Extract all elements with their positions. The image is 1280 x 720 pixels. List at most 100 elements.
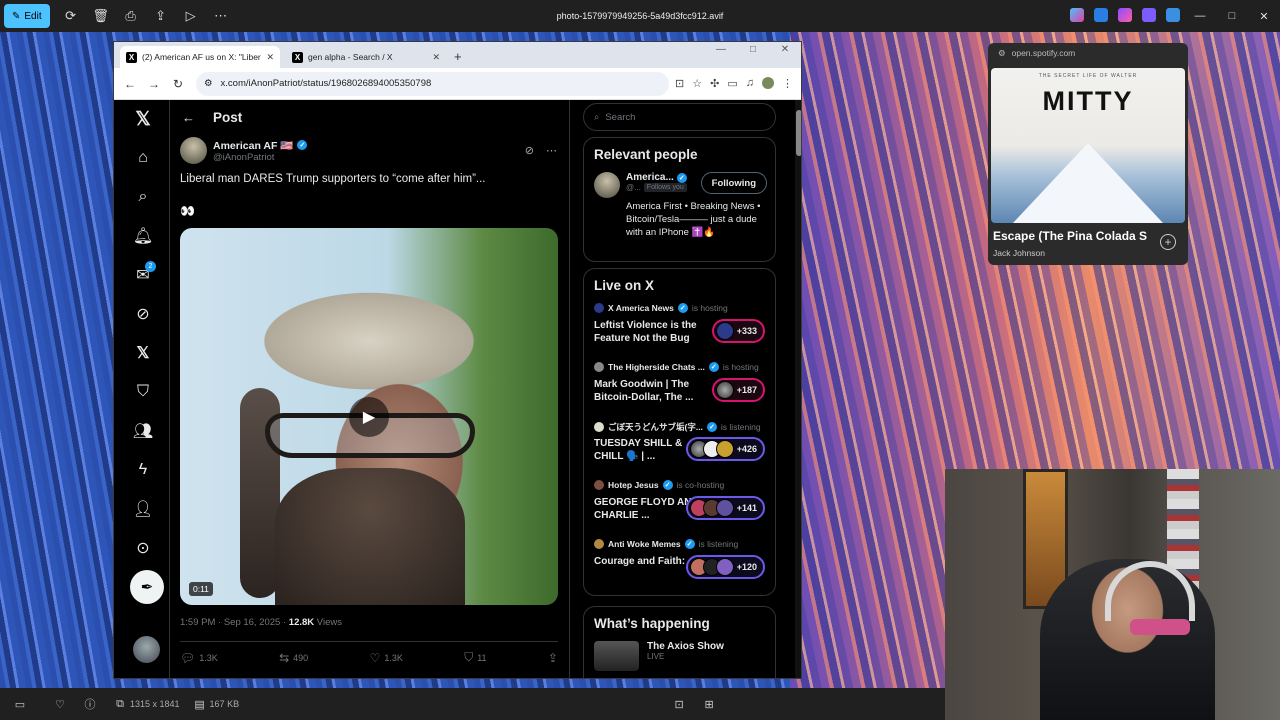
close-icon[interactable]: ✕ <box>1248 0 1280 32</box>
bookmark-button[interactable]: ⛉ 11 <box>464 650 486 665</box>
actual-size-icon[interactable]: ⊞ <box>699 698 719 711</box>
grok-icon[interactable]: ⊘ <box>132 303 154 325</box>
share-icon[interactable]: ⇪ <box>146 8 176 24</box>
grok-explain-icon[interactable]: ⊘ <box>525 144 534 157</box>
search-icon: ⌕ <box>594 111 600 123</box>
delete-icon[interactable]: 🗑 <box>86 8 116 24</box>
browser-close-icon[interactable]: ✕ <box>769 44 801 55</box>
url-field[interactable]: ⚙ x.com/iAnonPatriot/status/196802689400… <box>196 71 670 96</box>
profile-avatar[interactable] <box>762 77 774 89</box>
post-timestamp[interactable]: 1:59 PM · Sep 16, 2025 · <box>180 617 286 628</box>
tab-x-post[interactable]: X (2) American AF us on X: "Liber ✕ <box>120 46 280 68</box>
spotify-mini-player: ⚙ open.spotify.com THE SECRET LIFE OF WAL… <box>988 43 1188 265</box>
person-avatar[interactable] <box>594 172 620 198</box>
host-avatar <box>594 539 604 549</box>
reading-list-icon[interactable]: ▭ <box>727 77 737 90</box>
slideshow-icon[interactable]: ▷ <box>176 8 206 24</box>
designer-icon[interactable] <box>1094 8 1108 22</box>
minimize-icon[interactable]: — <box>1184 0 1216 32</box>
new-tab-button[interactable]: + <box>454 49 462 64</box>
x-logo-icon: X <box>292 51 303 63</box>
favorite-heart-icon[interactable]: ♡ <box>50 698 70 711</box>
author-avatar[interactable] <box>180 137 207 164</box>
browser-menu-icon[interactable]: ⋮ <box>782 77 793 90</box>
site-info-icon[interactable]: ⚙ <box>204 78 213 89</box>
author-name[interactable]: American AF 🇺🇸 <box>213 139 293 152</box>
back-arrow-icon[interactable]: ← <box>182 110 195 125</box>
print-icon[interactable]: ⎙ <box>116 8 146 24</box>
communities-icon[interactable]: 👥︎ <box>132 420 154 442</box>
verified-orgs-lightning-icon[interactable]: ϟ <box>132 459 154 481</box>
maximize-icon[interactable]: □ <box>1216 0 1248 32</box>
bookmark-star-icon[interactable]: ☆ <box>692 77 702 90</box>
page-scrollbar[interactable] <box>795 100 801 678</box>
search-input[interactable]: ⌕ Search <box>583 103 776 131</box>
premium-x-icon[interactable]: 𝕏 <box>132 342 154 364</box>
following-button[interactable]: Following <box>700 172 767 194</box>
share-post-button[interactable]: ⇪ <box>548 650 558 665</box>
browser-minimize-icon[interactable]: — <box>705 44 737 55</box>
home-icon[interactable]: ⌂ <box>132 147 154 169</box>
repost-button[interactable]: ⇆ 490 <box>279 650 308 665</box>
tab-x-search[interactable]: X gen alpha - Search / X ✕ <box>286 46 446 68</box>
listeners-pill[interactable]: +426 <box>685 437 765 461</box>
post-author[interactable]: American AF 🇺🇸 ✓ @iAnonPatriot <box>180 137 308 164</box>
feather-icon: ✒ <box>140 579 154 596</box>
trend-title: The Axios Show <box>647 641 724 652</box>
explore-search-icon[interactable]: ⌕ <box>132 186 154 208</box>
live-space-item[interactable]: Anti Woke Memes ✓ is listening Courage and… <box>594 539 765 598</box>
photo-viewer-toolbar: ✎ Edit ⟳ 🗑 ⎙ ⇪ ▷ ⋯ photo-1579979949256-5a… <box>0 0 1280 32</box>
listener-avatar <box>715 381 734 399</box>
author-handle[interactable]: @iAnonPatriot <box>213 152 307 163</box>
listeners-pill[interactable]: +187 <box>711 378 765 402</box>
onedrive-icon[interactable] <box>1166 8 1180 22</box>
copilot-icon[interactable] <box>1070 8 1084 22</box>
verified-badge-icon: ✓ <box>706 422 717 432</box>
x-home-logo-icon[interactable]: 𝕏 <box>132 108 154 130</box>
filmstrip-icon[interactable]: ▭ <box>10 698 30 711</box>
trend-item[interactable]: The Axios Show LIVE <box>594 641 765 671</box>
site-settings-icon[interactable]: ⚙ <box>998 48 1006 59</box>
like-button[interactable]: ♡ 1.3K <box>370 650 403 665</box>
fit-to-window-icon[interactable]: ⊡ <box>669 698 689 711</box>
live-space-item[interactable]: ごぼ天うどんサブ垢(字... ✓ is listening TUESDAY SHIL… <box>594 421 765 480</box>
account-avatar[interactable] <box>133 636 160 663</box>
edit-button[interactable]: ✎ Edit <box>4 4 50 28</box>
profile-icon[interactable]: 👤︎ <box>132 498 154 520</box>
extensions-icon[interactable]: ✣ <box>710 77 719 90</box>
scrollbar-thumb[interactable] <box>796 110 801 156</box>
compose-post-button[interactable]: ✒ <box>130 570 164 604</box>
forward-icon[interactable]: → <box>142 77 166 91</box>
reply-button[interactable]: 💬︎ 1.3K <box>180 650 218 665</box>
bookmarks-icon[interactable]: ⛉ <box>132 381 154 403</box>
more-icon[interactable]: ⋯ <box>206 8 236 24</box>
post-video[interactable]: ▶ 0:11 <box>180 228 558 605</box>
play-button[interactable]: ▶ <box>349 397 389 437</box>
listeners-pill[interactable]: +141 <box>685 496 765 520</box>
track-title[interactable]: Escape (The Pina Colada S <box>993 229 1153 243</box>
notifications-bell-icon[interactable]: 🔔︎ <box>132 225 154 247</box>
host-avatar <box>594 362 604 372</box>
rotate-icon[interactable]: ⟳ <box>56 8 86 24</box>
live-space-item[interactable]: The Higherside Chats ... ✓ is hosting Mark… <box>594 362 765 421</box>
back-icon[interactable]: ← <box>118 77 142 91</box>
listeners-pill[interactable]: +120 <box>685 555 765 579</box>
reload-icon[interactable]: ↻ <box>166 77 190 91</box>
listeners-pill[interactable]: +333 <box>711 319 765 343</box>
close-tab-icon[interactable]: ✕ <box>266 52 274 63</box>
track-artist[interactable]: Jack Johnson <box>993 248 1045 258</box>
video-editor-icon[interactable] <box>1142 8 1156 22</box>
engagement-bar: 💬︎ 1.3K ⇆ 490 ♡ 1.3K ⛉ 11 ⇪ <box>180 650 558 665</box>
install-app-icon[interactable]: ⊡ <box>675 77 684 90</box>
person-name[interactable]: America... <box>626 172 674 183</box>
live-space-item[interactable]: X America News ✓ is hosting Leftist Violen… <box>594 303 765 362</box>
browser-maximize-icon[interactable]: □ <box>737 44 769 55</box>
post-more-icon[interactable]: ⋯ <box>546 144 557 157</box>
info-icon[interactable]: ⓘ <box>80 696 100 712</box>
clipchamp-icon[interactable] <box>1118 8 1132 22</box>
live-space-item[interactable]: Hotep Jesus ✓ is co-hosting GEORGE FLOYD A… <box>594 480 765 539</box>
more-options-icon[interactable]: ⊙ <box>132 537 154 559</box>
close-tab-icon[interactable]: ✕ <box>432 52 440 63</box>
media-controls-icon[interactable]: ♫ <box>746 77 754 90</box>
add-to-library-icon[interactable]: + <box>1160 234 1176 250</box>
